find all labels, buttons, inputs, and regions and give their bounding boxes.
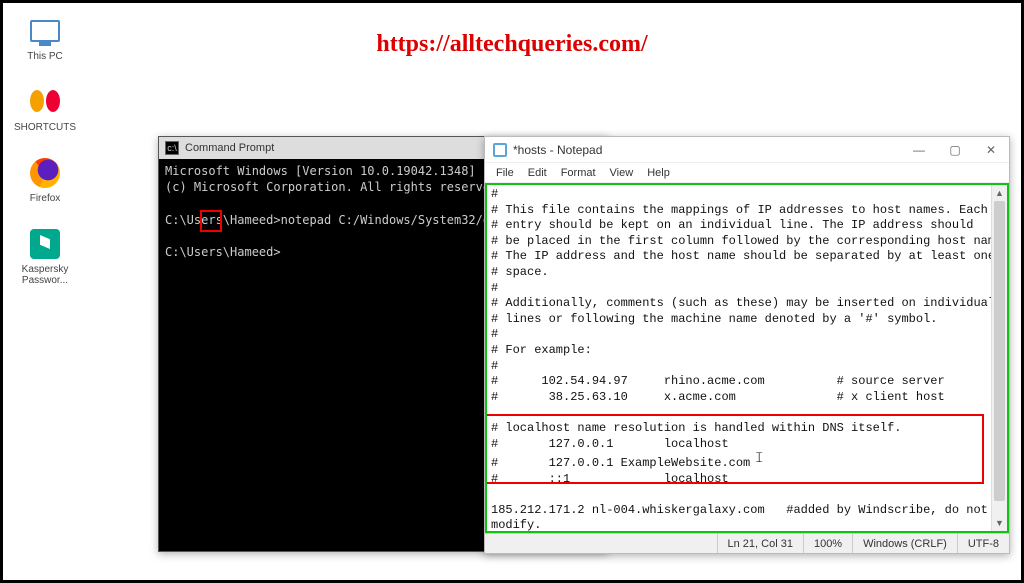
butterfly-icon <box>27 84 63 120</box>
notepad-titlebar[interactable]: *hosts - Notepad — ▢ ✕ <box>485 137 1009 163</box>
desktop-icon-firefox[interactable]: Firefox <box>15 155 75 204</box>
hosts-line: # <box>491 281 498 295</box>
desktop-icon-this-pc[interactable]: This PC <box>15 13 75 62</box>
hosts-line: # For example: <box>491 343 592 357</box>
notepad-window[interactable]: *hosts - Notepad — ▢ ✕ File Edit Format … <box>484 136 1010 554</box>
hosts-line: # be placed in the first column followed… <box>491 234 1009 248</box>
maximize-button[interactable]: ▢ <box>937 137 973 163</box>
desktop-icon-label: Firefox <box>30 193 61 204</box>
status-cursor-position: Ln 21, Col 31 <box>717 534 803 553</box>
kaspersky-icon <box>27 226 63 262</box>
hosts-line: # 127.0.0.1 localhost <box>491 437 729 451</box>
watermark-url: https://alltechqueries.com/ <box>376 31 647 58</box>
desktop-icon-label: SHORTCUTS <box>14 122 76 133</box>
text-cursor <box>750 452 751 466</box>
cmd-line: C:\Users\Hameed> <box>165 245 281 259</box>
desktop-icon-label: This PC <box>27 51 63 62</box>
hosts-line: # This file contains the mappings of IP … <box>491 203 988 217</box>
status-encoding: UTF-8 <box>957 534 1009 553</box>
desktop-icon-shortcuts[interactable]: SHORTCUTS <box>15 84 75 133</box>
hosts-line: # The IP address and the host name shoul… <box>491 249 995 263</box>
hosts-line: modify. <box>491 518 541 532</box>
hosts-line: # 102.54.94.97 rhino.acme.com # source s… <box>491 374 945 388</box>
desktop-icon-kaspersky[interactable]: Kaspersky Passwor... <box>15 226 75 286</box>
hosts-line: # <box>491 327 498 341</box>
notepad-title: *hosts - Notepad <box>513 143 602 157</box>
cmd-icon: c:\ <box>165 141 179 155</box>
cmd-line: (c) Microsoft Corporation. All rights re… <box>165 180 505 194</box>
close-button[interactable]: ✕ <box>973 137 1009 163</box>
desktop-icons: This PC SHORTCUTS Firefox Kaspersky Pass… <box>15 13 75 308</box>
hosts-line: # ::1 localhost <box>491 472 729 486</box>
firefox-icon <box>27 155 63 191</box>
minimize-button[interactable]: — <box>901 137 937 163</box>
monitor-icon <box>27 13 63 49</box>
scroll-up-button[interactable]: ▲ <box>992 185 1007 201</box>
menu-file[interactable]: File <box>489 167 521 179</box>
menu-view[interactable]: View <box>603 167 641 179</box>
notepad-statusbar: Ln 21, Col 31 100% Windows (CRLF) UTF-8 <box>485 533 1009 553</box>
notepad-menubar: File Edit Format View Help <box>485 163 1009 183</box>
scrollbar-thumb[interactable] <box>994 201 1005 501</box>
scrollbar-vertical[interactable]: ▲ ▼ <box>991 185 1007 531</box>
status-zoom: 100% <box>803 534 852 553</box>
scroll-down-button[interactable]: ▼ <box>992 515 1007 531</box>
hosts-line: 185.212.171.2 nl-004.whiskergalaxy.com #… <box>491 503 988 517</box>
hosts-line: # <box>491 359 498 373</box>
hosts-line: # lines or following the machine name de… <box>491 312 937 326</box>
menu-format[interactable]: Format <box>554 167 603 179</box>
hosts-line: # 38.25.63.10 x.acme.com # x client host <box>491 390 945 404</box>
cmd-line: Microsoft Windows [Version 10.0.19042.13… <box>165 164 476 178</box>
hosts-line: # Additionally, comments (such as these)… <box>491 296 995 310</box>
status-line-ending: Windows (CRLF) <box>852 534 957 553</box>
notepad-text-area[interactable]: # # This file contains the mappings of I… <box>485 183 1009 533</box>
desktop-icon-label: Kaspersky Passwor... <box>15 264 75 286</box>
notepad-icon <box>493 143 507 157</box>
menu-edit[interactable]: Edit <box>521 167 554 179</box>
cmd-title: Command Prompt <box>185 142 274 154</box>
hosts-line: # entry should be kept on an individual … <box>491 218 973 232</box>
menu-help[interactable]: Help <box>640 167 677 179</box>
hosts-line: # space. <box>491 265 549 279</box>
hosts-line: # localhost name resolution is handled w… <box>491 421 901 435</box>
hosts-line: # 127.0.0.1 ExampleWebsite.com <box>491 456 750 470</box>
hosts-line: # <box>491 187 498 201</box>
